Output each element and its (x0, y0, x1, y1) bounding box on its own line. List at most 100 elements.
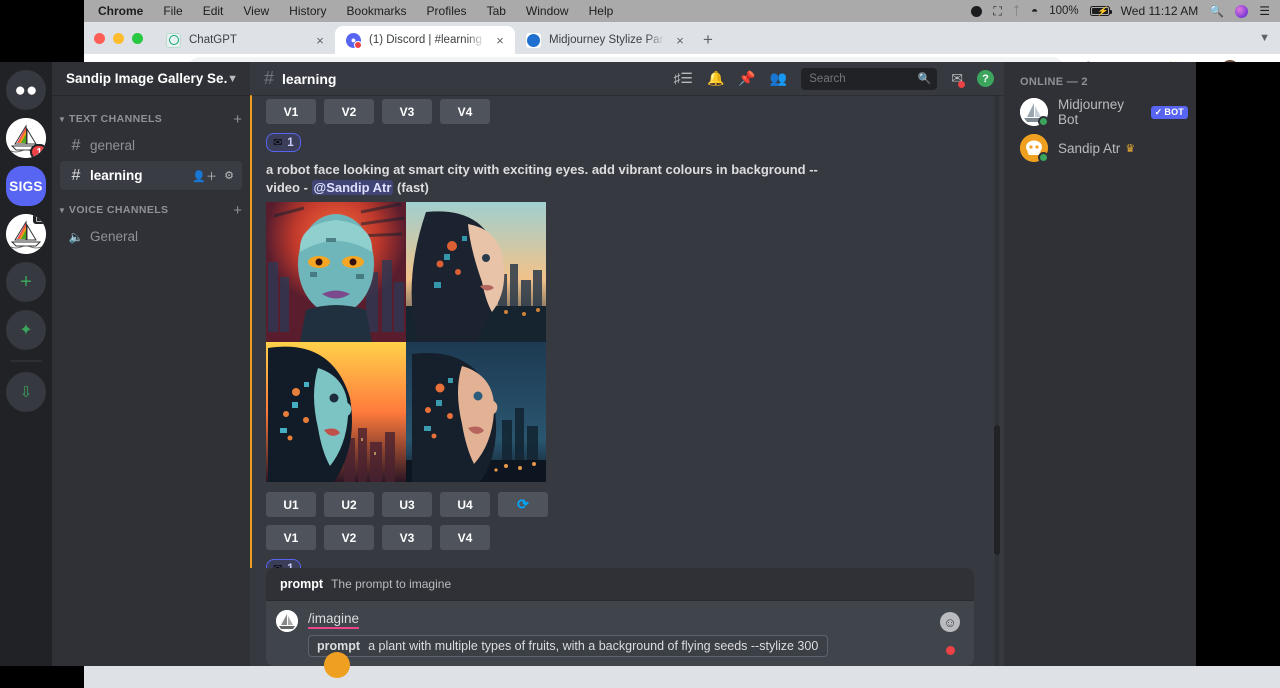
members-icon[interactable]: 👥 (770, 70, 787, 87)
member-row-midjourney-bot[interactable]: Midjourney Bot ✓BOT (1004, 94, 1196, 130)
menu-item-tab[interactable]: Tab (477, 4, 516, 18)
tab-strip: ChatGPT × ● (1) Discord | #learning | Sa… (84, 22, 1280, 54)
menu-item-edit[interactable]: Edit (193, 4, 234, 18)
channel-label: learning (90, 168, 186, 183)
menu-item-bookmarks[interactable]: Bookmarks (337, 4, 417, 18)
upscale-button-u1[interactable]: U1 (266, 492, 316, 517)
sidebar-item-learning[interactable]: # learning 👤＋ ⚙ (60, 161, 242, 190)
argument-value: a plant with multiple types of fruits, w… (368, 639, 818, 653)
sidebar-item-server-boat-2[interactable] (6, 214, 46, 254)
menu-item-view[interactable]: View (233, 4, 279, 18)
page-background-gutter (1196, 62, 1280, 666)
variation-button-v3[interactable]: V3 (382, 525, 432, 550)
threads-icon[interactable]: ♯☰ (673, 70, 693, 87)
command-parameter-hint: prompt The prompt to imagine (266, 568, 974, 601)
screen-mirror-icon[interactable]: ⛶ (993, 4, 1001, 19)
invite-member-icon[interactable]: 👤＋ (192, 168, 217, 184)
wifi-icon[interactable]: ◓ (1031, 4, 1038, 18)
image-quadrant-2[interactable] (406, 202, 546, 342)
menu-item-profiles[interactable]: Profiles (417, 4, 477, 18)
upscale-button-u3[interactable]: U3 (382, 492, 432, 517)
menu-item-history[interactable]: History (279, 4, 336, 18)
member-row-sandip-atr[interactable]: Sandip Atr ♛ (1004, 130, 1196, 166)
menu-clock[interactable]: Wed 11:12 AM (1121, 4, 1199, 18)
upscale-button-u4[interactable]: U4 (440, 492, 490, 517)
reaction-badge-bottom[interactable]: ✉ 1 (266, 559, 301, 568)
tab-chatgpt[interactable]: ChatGPT × (155, 26, 335, 54)
notification-bell-icon[interactable]: 🔔 (707, 70, 724, 87)
category-voice-channels[interactable]: ▼ VOICE CHANNELS + (52, 200, 250, 220)
sidebar-item-voice-general[interactable]: 🔈 General (60, 222, 242, 251)
chevron-down-icon[interactable]: ▼ (227, 73, 238, 85)
variation-button-v3[interactable]: V3 (382, 99, 432, 124)
close-window-button[interactable] (94, 33, 105, 44)
prompt-argument-input[interactable]: prompt a plant with multiple types of fr… (308, 635, 828, 657)
envelope-icon: ✉ (273, 136, 282, 149)
envelope-icon: ✉ (273, 562, 282, 568)
sidebar-item-general[interactable]: # general (60, 131, 242, 160)
siri-icon[interactable] (1235, 5, 1248, 18)
sidebar-item-server-sigs[interactable]: SIGS (6, 166, 46, 206)
bluetooth-icon[interactable]: ᛏ (1013, 4, 1020, 18)
image-quadrant-3[interactable] (266, 342, 406, 482)
menu-item-file[interactable]: File (153, 4, 192, 18)
search-input[interactable]: Search 🔍 (801, 68, 937, 90)
tab-midjourney-stylize[interactable]: Midjourney Stylize Parameter × (515, 26, 695, 54)
sidebar-item-server-boat-1[interactable]: 1 (6, 118, 46, 158)
tab-search-chevron-down-icon[interactable]: ▼ (1259, 32, 1270, 44)
category-text-channels[interactable]: ▼ TEXT CHANNELS + (52, 109, 250, 129)
message-prompt-text: a robot face looking at smart city with … (266, 157, 826, 202)
variation-button-v1[interactable]: V1 (266, 525, 316, 550)
pin-icon[interactable]: 📌 (738, 70, 755, 87)
battery-icon[interactable]: ⚡ (1090, 6, 1110, 16)
variation-button-v4[interactable]: V4 (440, 99, 490, 124)
page-title: learning (282, 71, 336, 87)
tab-close-icon[interactable]: × (673, 33, 687, 48)
search-icon[interactable]: 🔍 (1209, 4, 1224, 18)
create-channel-icon[interactable]: + (233, 203, 242, 218)
variation-button-v2[interactable]: V2 (324, 525, 374, 550)
member-list: ONLINE — 2 Midjourney Bot ✓BOT (1004, 62, 1196, 666)
composer-avatar (276, 610, 298, 632)
message-scroll-region[interactable]: V1 V2 V3 V4 ✉ 1 a robot face looking at … (250, 95, 990, 568)
hash-icon: # (68, 137, 84, 155)
add-server-button[interactable]: + (6, 262, 46, 302)
menu-item-window[interactable]: Window (516, 4, 579, 18)
tab-discord[interactable]: ● (1) Discord | #learning | Sandip × (335, 26, 515, 54)
maximize-window-button[interactable] (132, 33, 143, 44)
message-scrollbar[interactable] (990, 95, 1004, 666)
reroll-refresh-button[interactable]: ⟳ (498, 492, 548, 517)
variation-button-v4[interactable]: V4 (440, 525, 490, 550)
discord-app: ●● 1 SIGS (0, 62, 1196, 666)
user-mention[interactable]: @Sandip Atr (312, 180, 394, 195)
image-quadrant-1[interactable] (266, 202, 406, 342)
slash-command-token[interactable]: /imagine (308, 611, 359, 629)
reaction-badge-top[interactable]: ✉ 1 (266, 133, 301, 152)
tab-close-icon[interactable]: × (493, 33, 507, 48)
menu-app-name[interactable]: Chrome (88, 4, 153, 18)
emoji-icon[interactable]: ☺ (940, 612, 960, 632)
help-icon[interactable]: ? (977, 70, 994, 87)
server-header[interactable]: Sandip Image Gallery Se... ▼ (52, 62, 250, 95)
channel-header: # learning ♯☰ 🔔 📌 👥 Search 🔍 ✉ ? (250, 62, 1004, 95)
explore-servers-button[interactable]: ✦ (6, 310, 46, 350)
upscale-button-u2[interactable]: U2 (324, 492, 374, 517)
sidebar-item-discord-home[interactable]: ●● (6, 70, 46, 110)
server-initials: SIGS (9, 179, 42, 194)
record-icon[interactable] (971, 6, 982, 17)
minimize-window-button[interactable] (113, 33, 124, 44)
create-channel-icon[interactable]: + (233, 112, 242, 127)
inbox-icon[interactable]: ✉ (951, 70, 963, 87)
variation-button-v1[interactable]: V1 (266, 99, 316, 124)
message-composer[interactable]: /imagine prompt a plant with multiple ty… (266, 601, 974, 666)
variation-button-v2[interactable]: V2 (324, 99, 374, 124)
new-tab-button[interactable]: + (695, 26, 721, 54)
download-apps-button[interactable]: ⇩ (6, 372, 46, 412)
control-center-icon[interactable]: ☰ (1259, 4, 1270, 18)
channel-settings-gear-icon[interactable]: ⚙ (224, 169, 234, 182)
tab-close-icon[interactable]: × (313, 33, 327, 48)
menu-item-help[interactable]: Help (579, 4, 624, 18)
generated-image-grid[interactable] (266, 202, 546, 482)
image-quadrant-4[interactable] (406, 342, 546, 482)
composer-user-avatar[interactable] (324, 652, 350, 678)
